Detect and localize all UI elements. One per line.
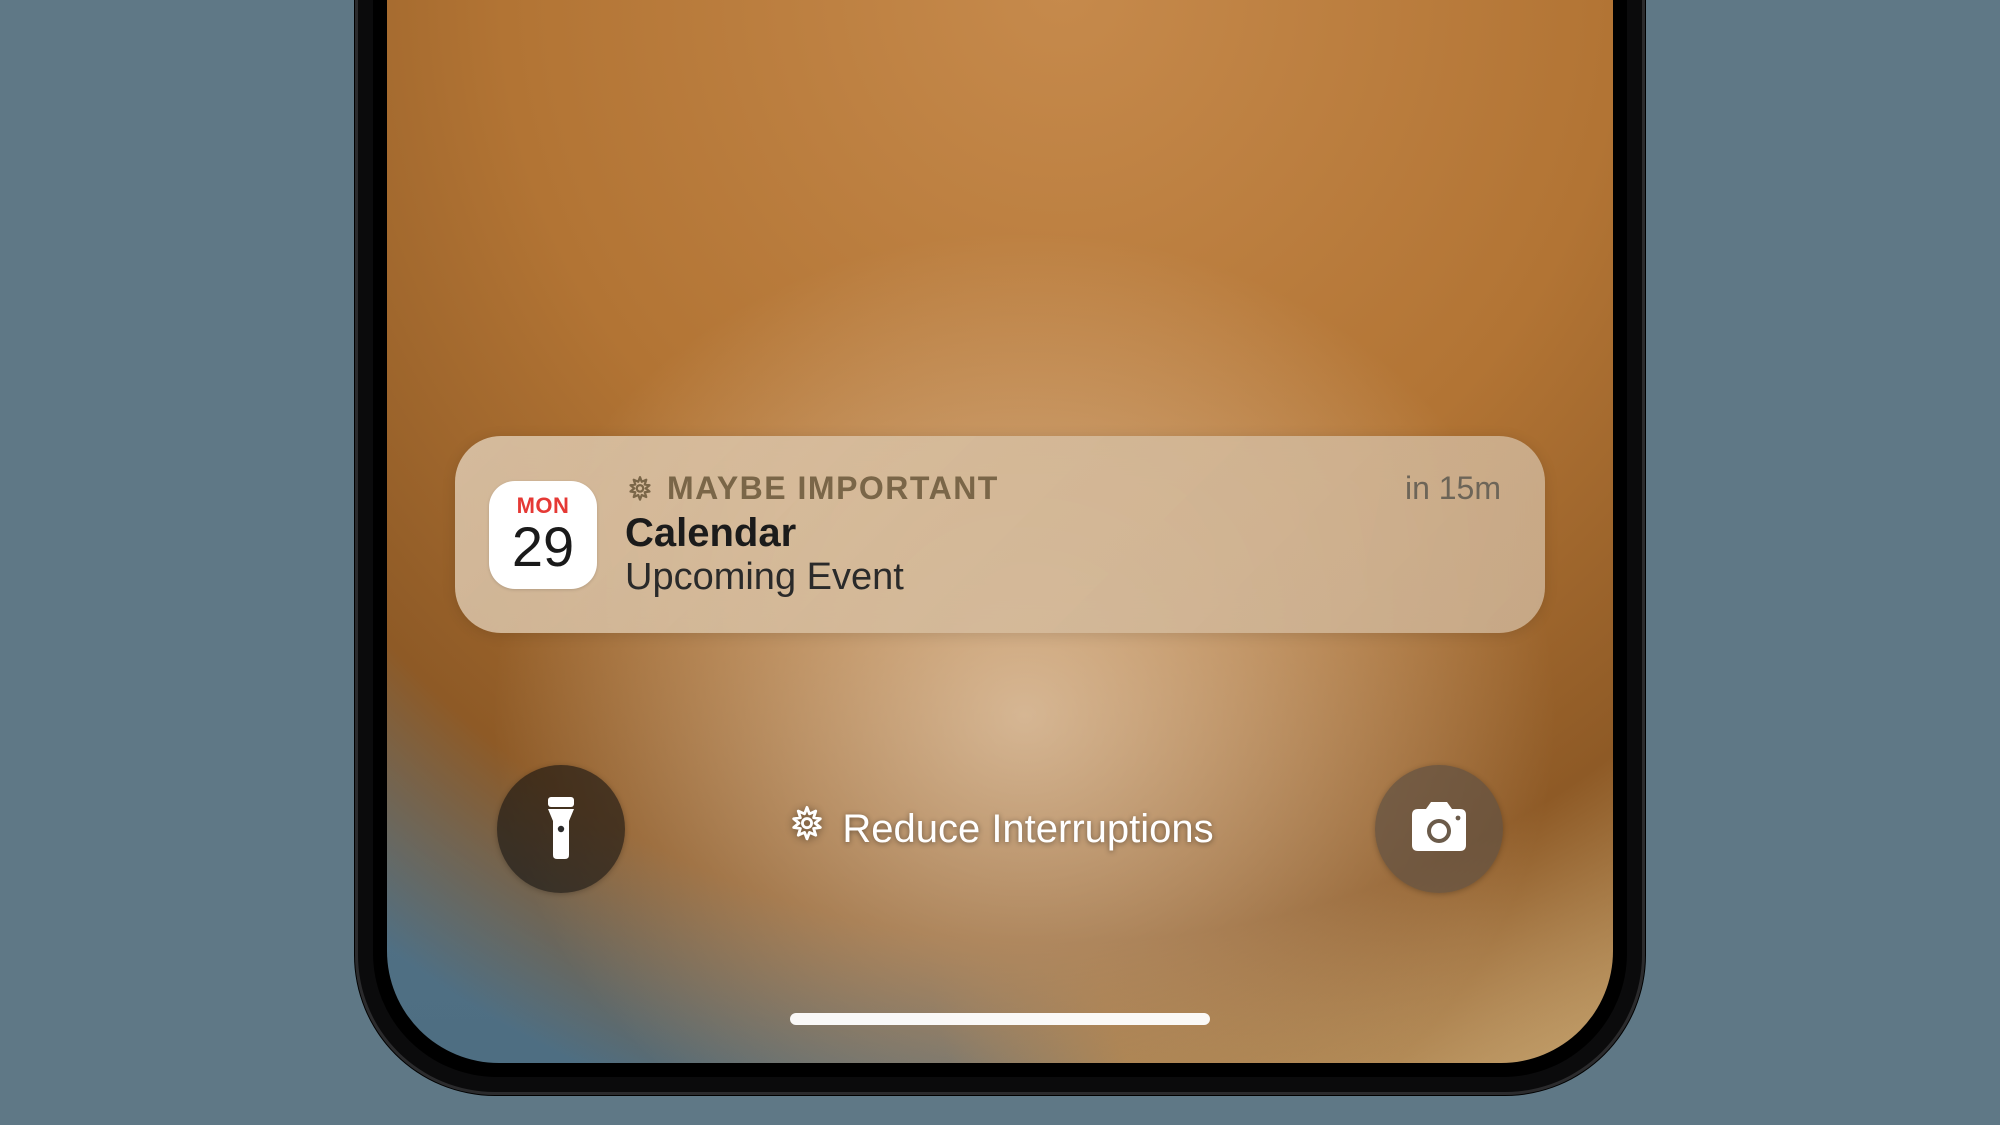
focus-mode-label: Reduce Interruptions [842, 807, 1213, 852]
calendar-icon-date: 29 [512, 519, 574, 575]
notification-header-row: MAYBE IMPORTANT in 15m [625, 470, 1501, 507]
notification-card[interactable]: MON 29 MAYBE IMPORTANT in 15m [455, 436, 1545, 633]
home-indicator[interactable] [790, 1013, 1210, 1025]
phone-bezel: MON 29 MAYBE IMPORTANT in 15m [373, 0, 1627, 1077]
lockscreen-controls: Reduce Interruptions [387, 765, 1613, 893]
flashlight-button[interactable] [497, 765, 625, 893]
focus-mode-button[interactable]: Reduce Interruptions [786, 803, 1213, 855]
notification-subtitle: Upcoming Event [625, 556, 1501, 599]
focus-mode-icon [786, 803, 828, 855]
lock-screen: MON 29 MAYBE IMPORTANT in 15m [387, 0, 1613, 1063]
notification-priority-label: MAYBE IMPORTANT [667, 470, 999, 507]
notification-time: in 15m [1405, 470, 1501, 507]
phone-frame: MON 29 MAYBE IMPORTANT in 15m [355, 0, 1645, 1095]
flashlight-icon [536, 795, 586, 863]
camera-button[interactable] [1375, 765, 1503, 893]
intelligence-badge-icon [625, 474, 655, 504]
camera-icon [1404, 801, 1474, 857]
calendar-app-icon: MON 29 [489, 481, 597, 589]
notification-app-name: Calendar [625, 511, 1501, 556]
calendar-icon-weekday: MON [517, 495, 570, 517]
notification-body: MAYBE IMPORTANT in 15m Calendar Upcoming… [625, 470, 1501, 599]
